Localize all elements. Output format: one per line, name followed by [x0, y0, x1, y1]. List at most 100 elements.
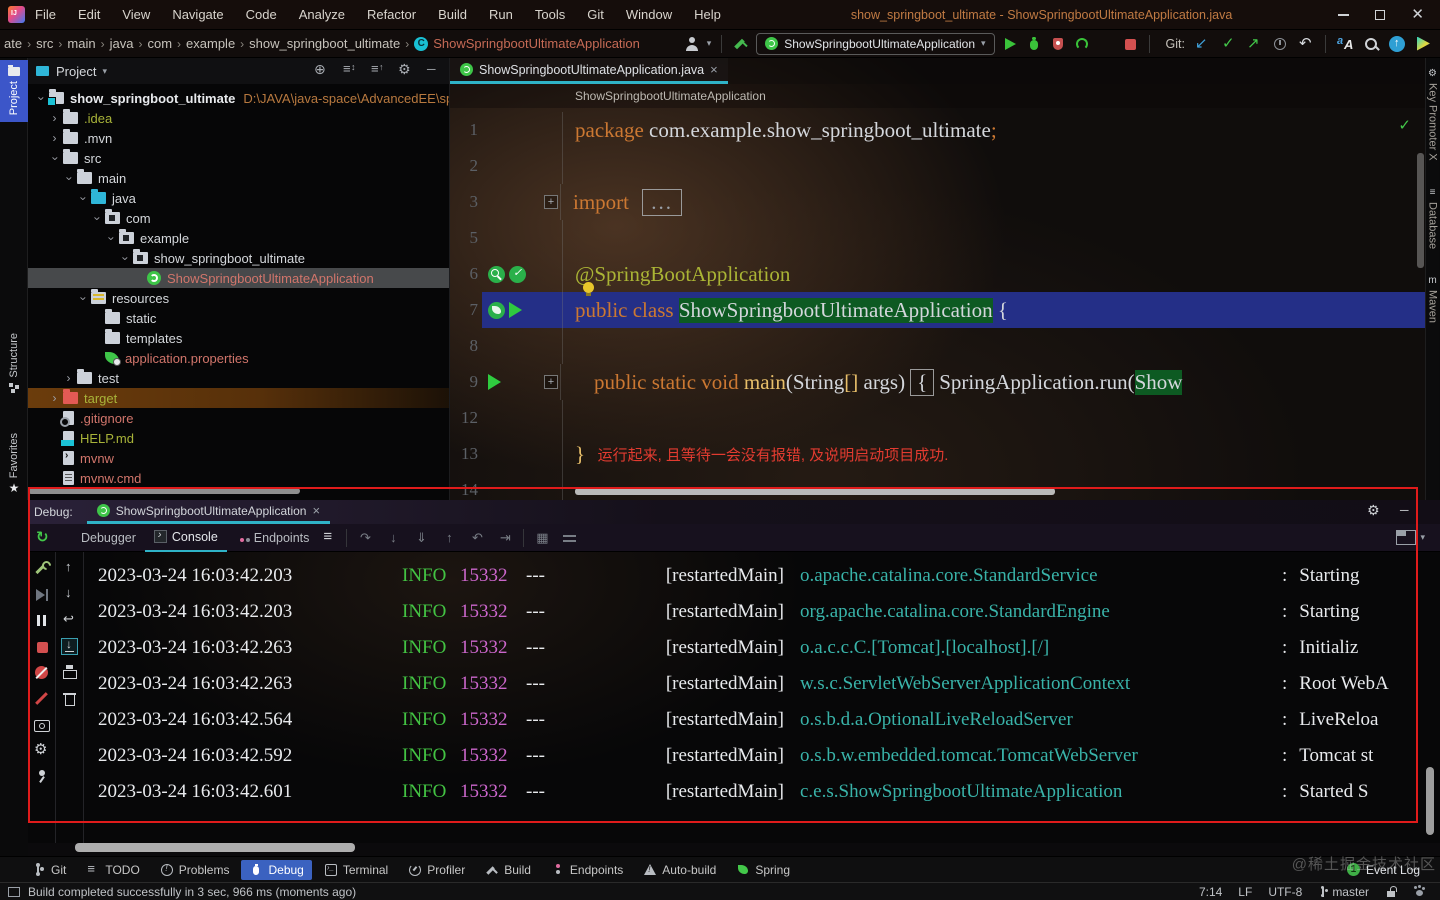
tree-row[interactable]: show_springboot_ultimate: [28, 248, 449, 268]
menu-item[interactable]: Edit: [78, 7, 100, 22]
code-area[interactable]: 1 package com.example.show_springboot_ul…: [450, 108, 1425, 500]
close-tab-icon[interactable]: ×: [710, 62, 718, 77]
menu-item[interactable]: Run: [489, 7, 513, 22]
expand-all-icon[interactable]: [341, 61, 357, 79]
tree-row[interactable]: HELP.md: [28, 428, 449, 448]
wrench-icon[interactable]: [33, 560, 50, 577]
drop-frame-icon[interactable]: [467, 529, 487, 547]
code-line[interactable]: 3 + import ...: [450, 184, 1425, 220]
search-icon[interactable]: [1362, 35, 1380, 53]
restore-layout-icon[interactable]: [1396, 530, 1425, 545]
locate-icon[interactable]: [313, 61, 329, 79]
history-icon[interactable]: [1271, 35, 1289, 53]
tree-chevron-icon[interactable]: [48, 392, 61, 405]
debug-tab[interactable]: Debugger: [54, 524, 145, 552]
tree-row[interactable]: mvnw: [28, 448, 449, 468]
collapse-all-icon[interactable]: [369, 61, 385, 79]
rerun-icon[interactable]: [34, 528, 52, 547]
tree-chevron-icon[interactable]: [118, 252, 131, 265]
breadcrumb-item[interactable]: ate ›: [4, 36, 36, 51]
code-line[interactable]: 5: [450, 220, 1425, 256]
git-branch-widget[interactable]: master: [1318, 885, 1369, 899]
update-icon[interactable]: [1193, 34, 1211, 53]
tool-window-button[interactable]: Problems: [152, 860, 238, 880]
fold-toggle-icon[interactable]: +: [544, 195, 558, 209]
coverage-icon[interactable]: [1049, 35, 1067, 53]
tree-row[interactable]: .mvn: [28, 128, 449, 148]
debug-tab[interactable]: Console: [144, 524, 227, 552]
settings-gear-icon[interactable]: [33, 740, 50, 759]
tool-window-button[interactable]: Build: [477, 860, 539, 880]
fold-toggle-icon[interactable]: +: [544, 375, 558, 389]
sidebar-tab[interactable]: ⚙ Key Promoter X: [1427, 68, 1439, 161]
code-line[interactable]: 14: [450, 472, 1425, 500]
tree-row[interactable]: mvnw.cmd: [28, 468, 449, 488]
sidebar-tab-favorites[interactable]: Favorites ★: [0, 426, 28, 500]
tree-chevron-icon[interactable]: [104, 232, 117, 245]
breadcrumb-item[interactable]: main ›: [67, 36, 109, 51]
commit-check-icon[interactable]: [1219, 34, 1237, 53]
pause-icon[interactable]: [33, 612, 50, 629]
line-ending[interactable]: LF: [1238, 885, 1252, 899]
tool-window-button[interactable]: Auto-build: [635, 860, 724, 880]
step-out-icon[interactable]: [439, 529, 459, 547]
caret-position[interactable]: 7:14: [1199, 885, 1222, 899]
editor-tab[interactable]: ShowSpringbootUltimateApplication.java ×: [450, 58, 728, 84]
sidebar-tab[interactable]: ≡ Database: [1427, 187, 1439, 249]
editor-horizontal-scrollbar[interactable]: [575, 488, 1055, 495]
soft-wrap-icon[interactable]: [61, 611, 78, 629]
chevron-down-icon[interactable]: ▾: [707, 38, 712, 49]
step-over-icon[interactable]: [355, 529, 375, 547]
ide-theme-icon[interactable]: [1413, 885, 1426, 898]
tree-row[interactable]: target: [28, 388, 449, 408]
debug-tab[interactable]: Endpoints: [227, 524, 319, 552]
console-vertical-scrollbar[interactable]: [1426, 767, 1434, 835]
breadcrumb-item[interactable]: java ›: [110, 36, 148, 51]
down-arrow-icon[interactable]: [61, 585, 78, 603]
stop-icon[interactable]: [1121, 35, 1139, 53]
minimize-icon[interactable]: [1398, 503, 1414, 520]
breadcrumb-item[interactable]: example ›: [186, 36, 249, 51]
tree-row[interactable]: static: [28, 308, 449, 328]
tree-chevron-icon[interactable]: [62, 172, 75, 185]
gutter-run-icon[interactable]: [509, 302, 522, 318]
hamburger-menu-icon[interactable]: [320, 528, 338, 547]
profiler-icon[interactable]: [1073, 35, 1091, 53]
menu-item[interactable]: Code: [246, 7, 277, 22]
tool-window-button[interactable]: Terminal: [316, 860, 396, 880]
menu-item[interactable]: Git: [587, 7, 604, 22]
chevron-down-icon[interactable]: ▾: [102, 66, 107, 77]
tree-row[interactable]: ShowSpringbootUltimateApplication: [28, 268, 449, 288]
code-line[interactable]: 9 + public static void main (String[] arg…: [450, 364, 1425, 400]
rollback-icon[interactable]: [1297, 34, 1315, 53]
tool-window-button[interactable]: Profiler: [400, 860, 473, 880]
tree-chevron-icon[interactable]: [62, 372, 75, 385]
step-into-icon[interactable]: [383, 529, 403, 547]
tool-window-button[interactable]: Debug: [241, 859, 312, 880]
gutter-spring-search-icon[interactable]: [488, 265, 505, 283]
file-encoding[interactable]: UTF-8: [1268, 885, 1302, 899]
tool-window-button[interactable]: Spring: [728, 860, 798, 880]
breakpoint-slash-icon[interactable]: [33, 690, 50, 707]
code-line[interactable]: 2: [450, 148, 1425, 184]
debug-bug-icon[interactable]: [1025, 35, 1043, 53]
menu-item[interactable]: Refactor: [367, 7, 416, 22]
breadcrumb-item[interactable]: show_springboot_ultimate ›: [249, 36, 414, 51]
clear-icon[interactable]: [61, 690, 78, 707]
tree-row[interactable]: application.properties: [28, 348, 449, 368]
maximize-window-icon[interactable]: [1375, 9, 1386, 20]
editor-breadcrumb[interactable]: ShowSpringbootUltimateApplication: [450, 84, 1425, 108]
tree-row[interactable]: java: [28, 188, 449, 208]
tree-chevron-icon[interactable]: [90, 212, 103, 225]
menu-item[interactable]: Build: [438, 7, 467, 22]
tree-chevron-icon[interactable]: [48, 152, 61, 165]
project-horizontal-scrollbar[interactable]: [28, 488, 449, 494]
upload-icon[interactable]: [1388, 35, 1406, 53]
tree-row[interactable]: templates: [28, 328, 449, 348]
print-icon[interactable]: [61, 664, 78, 681]
menu-item[interactable]: Tools: [535, 7, 565, 22]
run-configuration-select[interactable]: ShowSpringbootUltimateApplication ▾: [756, 32, 995, 55]
hide-icon[interactable]: [425, 62, 441, 79]
menu-item[interactable]: Analyze: [299, 7, 345, 22]
scroll-end-icon[interactable]: [61, 637, 78, 655]
